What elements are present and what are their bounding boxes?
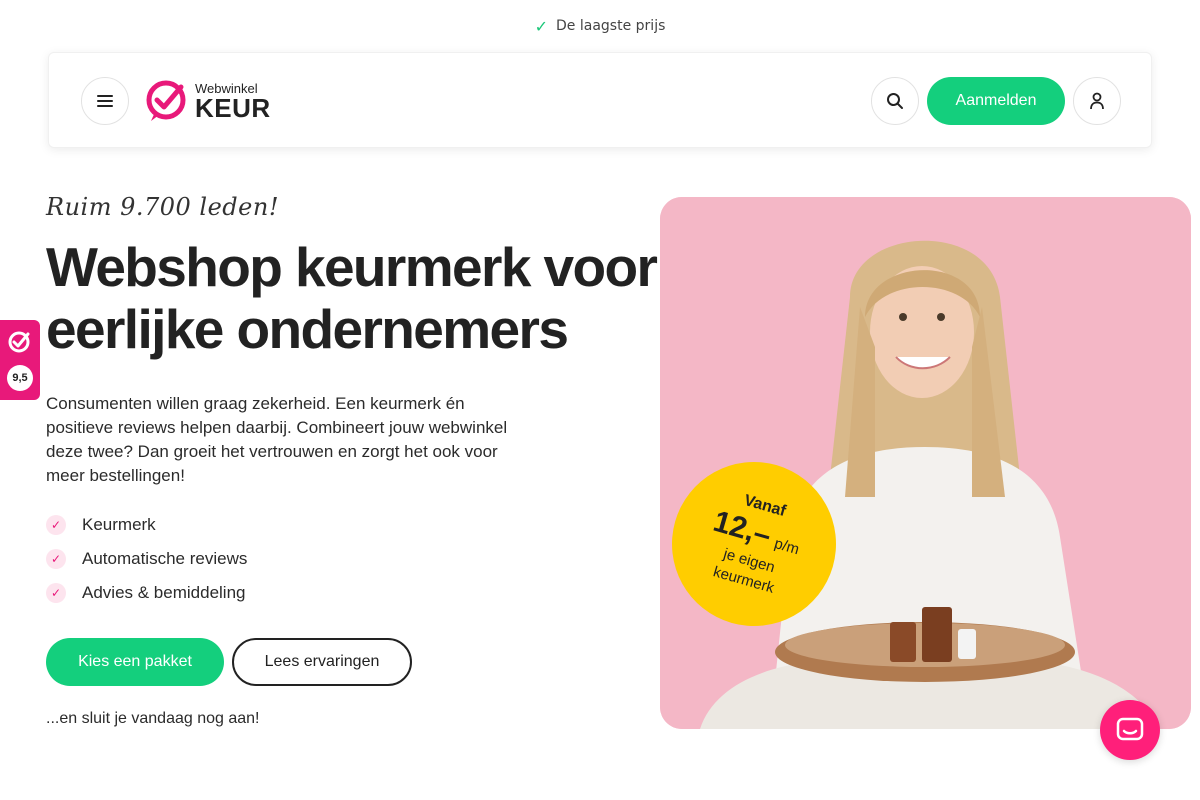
hero-headline: Webshop keurmerk voor eerlijke onderneme… [46, 236, 666, 360]
feature-list: ✓ Keurmerk ✓ Automatische reviews ✓ Advies … [46, 508, 247, 610]
choose-package-button[interactable]: Kies een pakket [46, 638, 224, 686]
hero-tagline: Ruim 9.700 leden! [46, 193, 279, 221]
topbar-text: De laagste prijs [556, 18, 666, 34]
user-icon [1090, 92, 1104, 110]
keur-logo-icon [8, 331, 30, 353]
headline-line-2: eerlijke ondernemers [46, 298, 569, 360]
rating-side-badge[interactable]: 9,5 [0, 320, 40, 400]
feature-label: Automatische reviews [82, 549, 248, 568]
hamburger-icon [97, 95, 113, 107]
login-button[interactable]: Aanmelden [927, 77, 1065, 125]
feature-item: ✓ Keurmerk [46, 508, 247, 542]
hero-note: ...en sluit je vandaag nog aan! [46, 710, 260, 727]
check-icon: ✓ [46, 515, 66, 535]
logo[interactable]: Webwinkel KEUR [145, 77, 271, 125]
headline-line-1: Webshop keurmerk voor [46, 236, 658, 298]
account-button[interactable] [1073, 77, 1121, 125]
search-icon [887, 93, 903, 109]
search-button[interactable] [871, 77, 919, 125]
feature-label: Keurmerk [82, 515, 156, 534]
feature-item: ✓ Automatische reviews [46, 542, 247, 576]
menu-button[interactable] [81, 77, 129, 125]
chat-icon [1116, 717, 1144, 741]
hero-description: Consumenten willen graag zekerheid. Een … [46, 394, 508, 485]
check-icon: ✓ [46, 549, 66, 569]
read-reviews-button[interactable]: Lees ervaringen [232, 638, 412, 686]
rating-score: 9,5 [7, 364, 33, 391]
price-unit: p/m [772, 535, 802, 559]
feature-label: Advies & bemiddeling [82, 583, 246, 602]
feature-item: ✓ Advies & bemiddeling [46, 576, 247, 610]
site-header: Webwinkel KEUR Aanmelden [48, 52, 1152, 148]
logo-big-text: KEUR [195, 92, 271, 123]
check-icon: ✓ [534, 16, 549, 36]
chat-button[interactable] [1100, 700, 1160, 760]
check-icon: ✓ [46, 583, 66, 603]
topbar: ✓ De laagste prijs [0, 14, 1200, 38]
logo-mark-icon [146, 80, 186, 121]
